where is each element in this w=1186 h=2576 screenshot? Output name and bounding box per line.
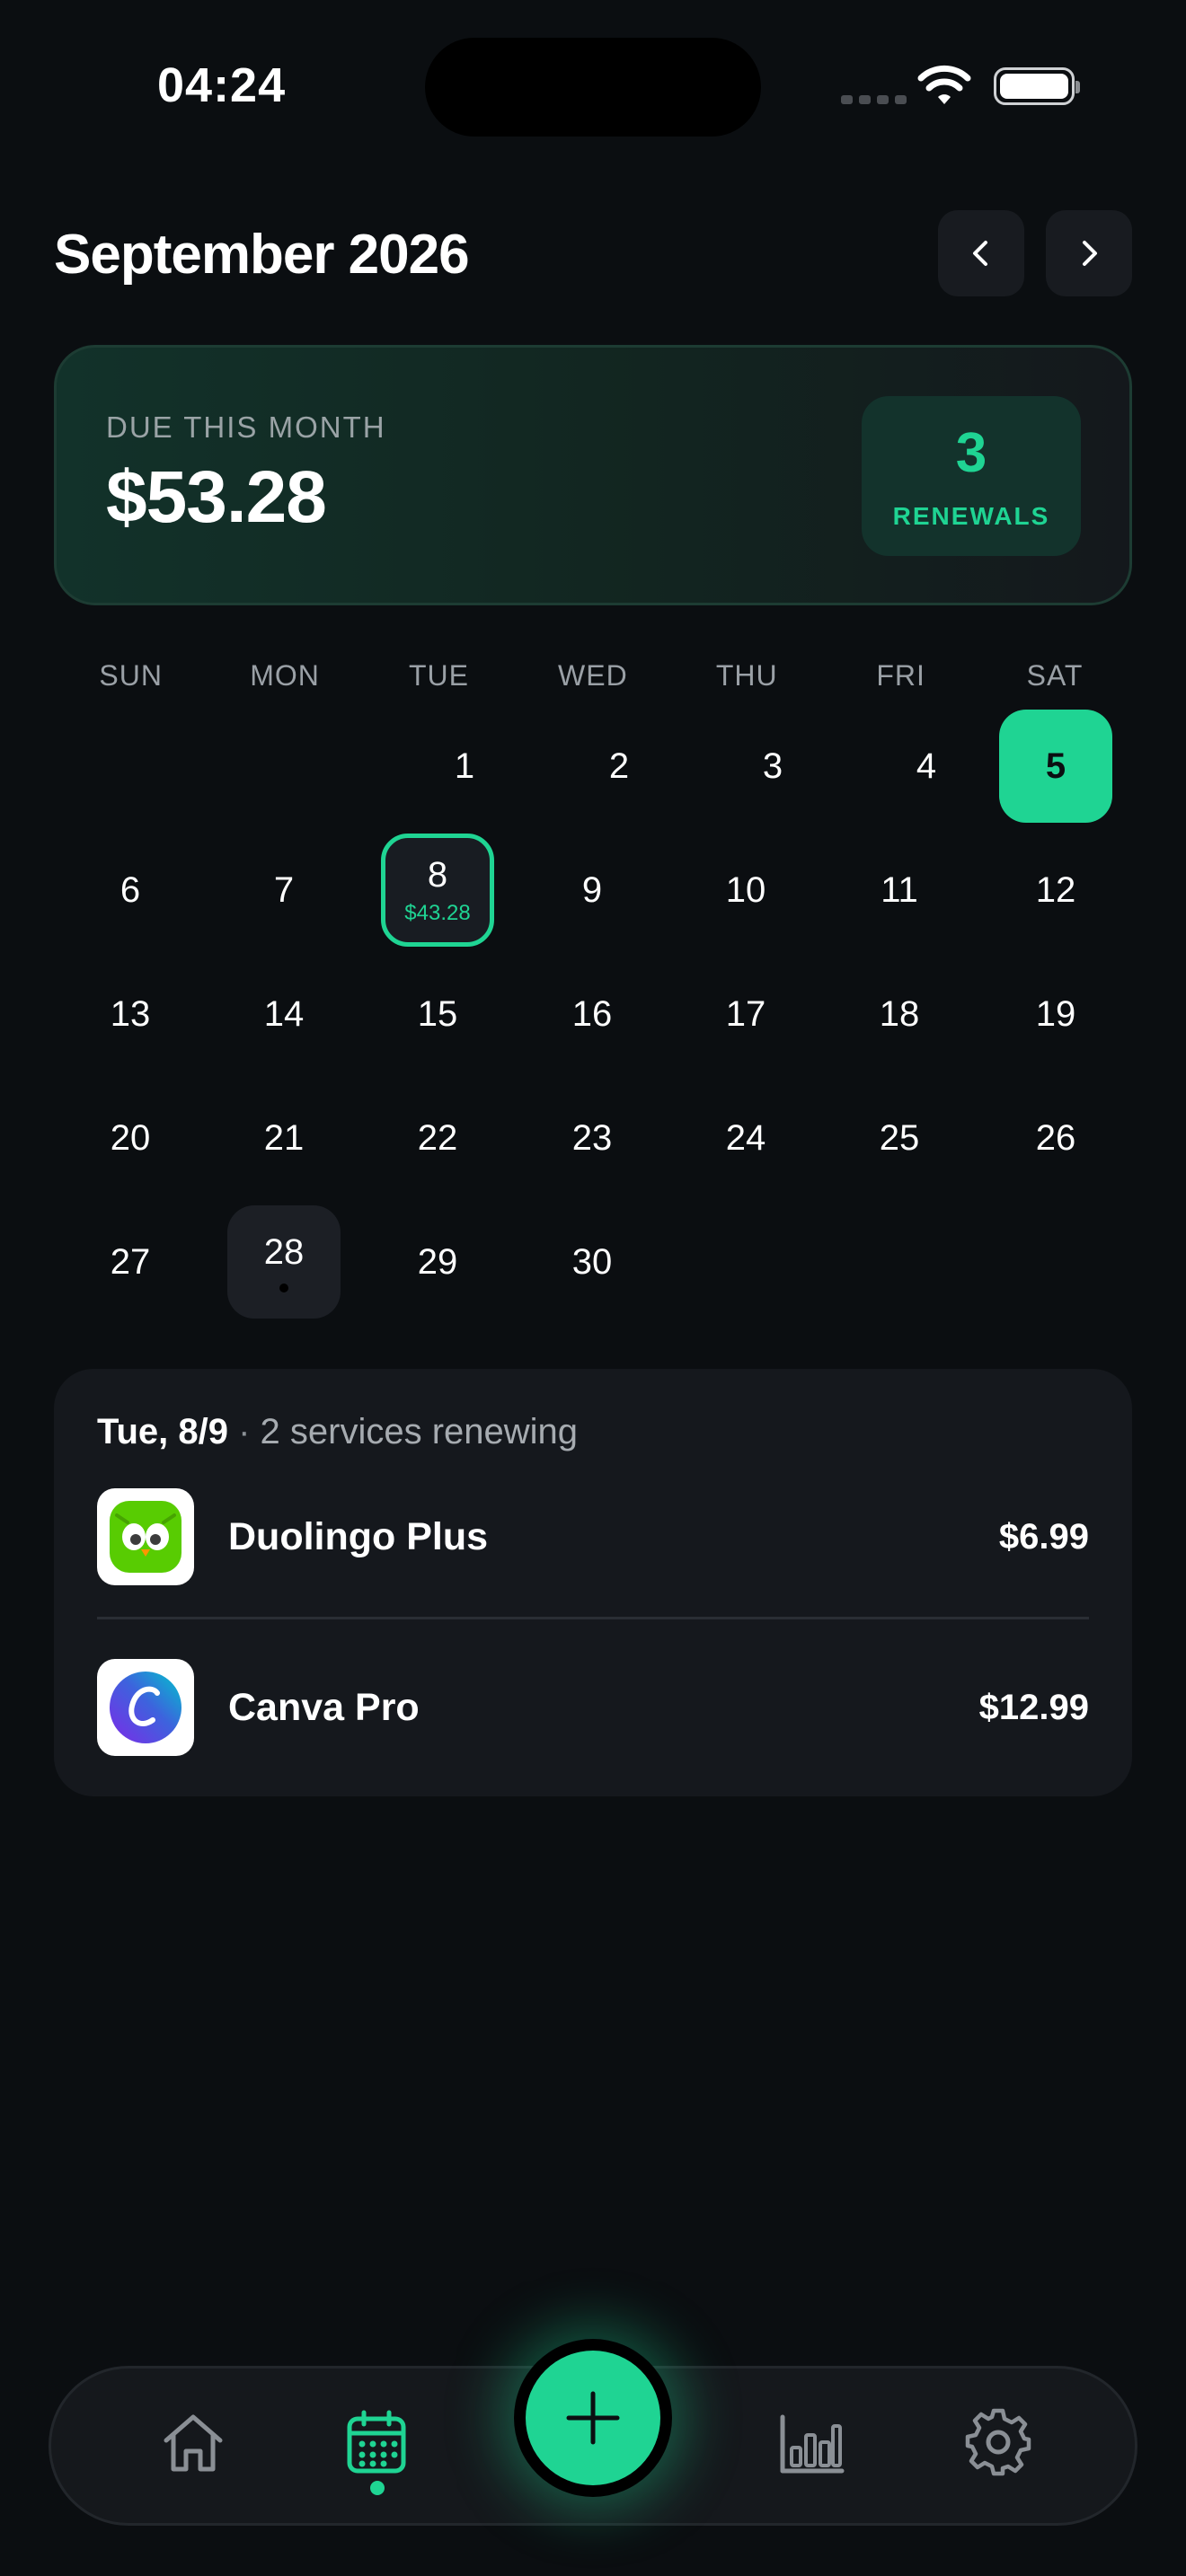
chart-icon (780, 2414, 845, 2474)
calendar-day[interactable]: 18 (843, 957, 956, 1071)
subscription-name: Canva Pro (228, 1685, 420, 1729)
tab-stats[interactable] (777, 2408, 845, 2476)
calendar-day[interactable]: 7 (227, 834, 341, 947)
gear-icon (965, 2408, 1031, 2476)
calendar-day[interactable]: 26 (999, 1081, 1112, 1195)
battery-icon (994, 67, 1080, 105)
weekday-label: THU (715, 659, 778, 692)
calendar-day-marked[interactable]: 28 (227, 1205, 341, 1319)
home-icon (164, 2414, 223, 2472)
detail-separator: · (227, 1412, 261, 1451)
calendar-day[interactable]: 6 (74, 834, 187, 947)
day-detail-card: Tue, 8/9 · 2 services renewing Duolingo … (54, 1369, 1132, 1796)
calendar-day[interactable]: 3 (716, 710, 829, 823)
calendar-day[interactable]: 1 (408, 710, 521, 823)
calendar-icon (347, 2410, 406, 2474)
tab-calendar[interactable] (342, 2408, 411, 2476)
calendar-day[interactable]: 17 (689, 957, 802, 1071)
summary-amount: $53.28 (106, 456, 327, 538)
subscription-price: $6.99 (998, 1516, 1089, 1557)
weekday-label: FRI (876, 659, 925, 692)
previous-month-button[interactable] (938, 210, 1024, 296)
calendar-day[interactable]: 24 (689, 1081, 802, 1195)
calendar-day[interactable]: 13 (74, 957, 187, 1071)
subscription-row[interactable]: Duolingo Plus $6.99 (97, 1487, 1089, 1586)
divider (97, 1617, 1089, 1619)
renewal-dot (279, 1283, 288, 1292)
calendar-day[interactable]: 12 (999, 834, 1112, 947)
weekday-label: MON (250, 659, 320, 692)
status-time: 04:24 (157, 58, 287, 112)
calendar-day[interactable]: 10 (689, 834, 802, 947)
calendar-day[interactable]: 30 (535, 1205, 649, 1319)
calendar-day[interactable]: 2 (562, 710, 676, 823)
calendar-day-selected[interactable]: 8 $43.28 (381, 834, 494, 947)
calendar-day[interactable]: 19 (999, 957, 1112, 1071)
weekday-label: WED (558, 659, 628, 692)
chevron-right-icon (1083, 241, 1097, 266)
weekday-label: SUN (99, 659, 163, 692)
detail-heading: Tue, 8/9 · 2 services renewing (97, 1412, 578, 1452)
cellular-signal-icon (841, 95, 907, 104)
calendar-day[interactable]: 4 (870, 710, 983, 823)
canva-icon (97, 1659, 194, 1756)
calendar-day[interactable]: 27 (74, 1205, 187, 1319)
renewals-count: 3 (955, 422, 987, 484)
add-icon (566, 2391, 620, 2445)
detail-subtitle: 2 services renewing (260, 1412, 579, 1451)
dynamic-island (425, 38, 761, 137)
calendar-day[interactable]: 11 (843, 834, 956, 947)
calendar-day[interactable]: 20 (74, 1081, 187, 1195)
calendar-day[interactable]: 22 (381, 1081, 494, 1195)
summary-label: DUE THIS MONTH (106, 410, 386, 444)
day-amount: $43.28 (404, 900, 471, 925)
subscription-price: $12.99 (978, 1687, 1089, 1727)
detail-date: Tue, 8/9 (97, 1412, 228, 1451)
weekday-label: TUE (408, 659, 469, 692)
add-subscription-button[interactable] (514, 2339, 672, 2497)
monthly-summary-card: DUE THIS MONTH $53.28 3 RENEWALS (54, 345, 1132, 605)
wifi-icon (917, 65, 971, 104)
calendar-day[interactable]: 9 (535, 834, 649, 947)
calendar-day[interactable]: 29 (381, 1205, 494, 1319)
month-title: September 2026 (54, 224, 470, 286)
weekday-label: SAT (1026, 659, 1084, 692)
subscription-name: Duolingo Plus (228, 1514, 489, 1558)
calendar-day-today[interactable]: 5 (999, 710, 1112, 823)
calendar-day[interactable]: 16 (535, 957, 649, 1071)
renewals-label: RENEWALS (892, 502, 1050, 530)
renewals-badge: 3 RENEWALS (862, 396, 1081, 556)
calendar-day[interactable]: 23 (535, 1081, 649, 1195)
subscription-row[interactable]: Canva Pro $12.99 (97, 1658, 1089, 1757)
calendar-day[interactable]: 25 (843, 1081, 956, 1195)
calendar-day[interactable]: 21 (227, 1081, 341, 1195)
tab-home[interactable] (159, 2408, 227, 2476)
calendar-day[interactable]: 14 (227, 957, 341, 1071)
tab-settings[interactable] (964, 2408, 1032, 2476)
weekday-header: SUN MON TUE WED THU FRI SAT (54, 659, 1132, 693)
duolingo-icon (97, 1488, 194, 1585)
next-month-button[interactable] (1046, 210, 1132, 296)
chevron-left-icon (973, 241, 987, 266)
active-tab-indicator (370, 2481, 385, 2495)
calendar-day[interactable]: 15 (381, 957, 494, 1071)
